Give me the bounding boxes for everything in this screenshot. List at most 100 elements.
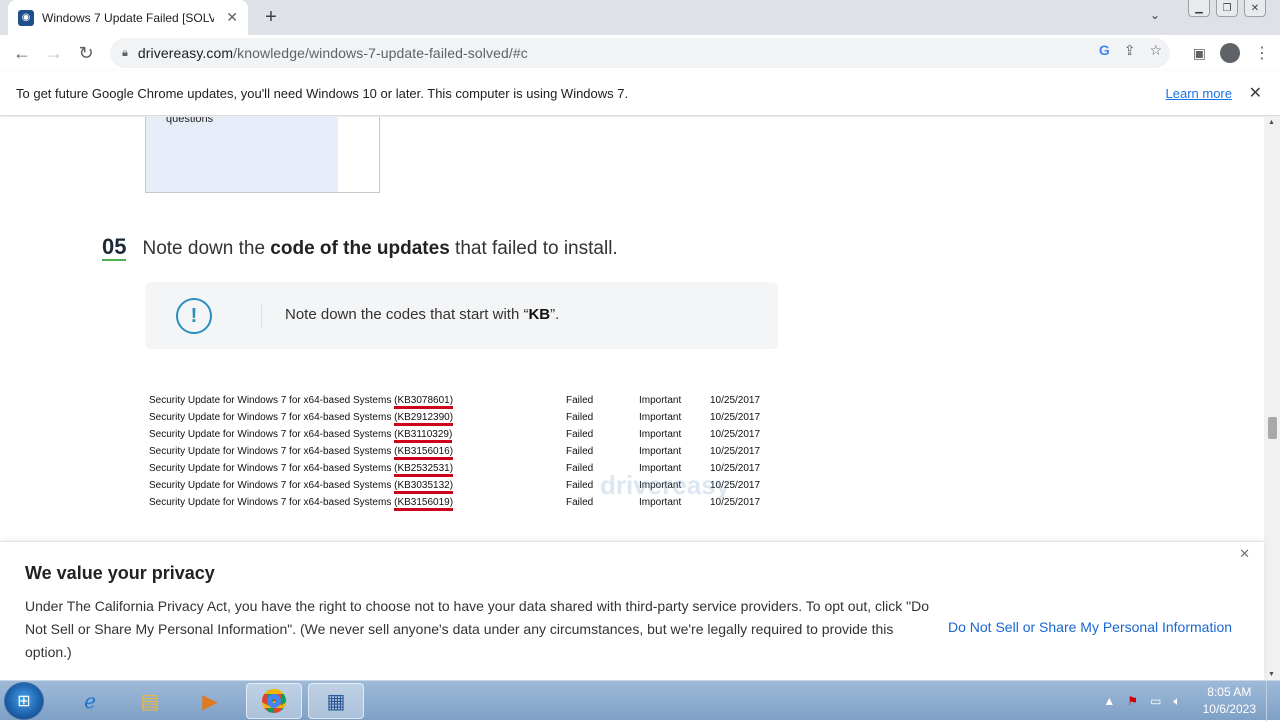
taskbar-clock[interactable]: 8:05 AM 10/6/2023 [1203,684,1256,718]
update-status: Failed [566,497,594,508]
update-date: 10/25/2017 [710,412,761,423]
minimize-button[interactable]: ▁ [1188,0,1210,17]
show-desktop-button[interactable] [1266,681,1280,721]
exclamation-info-icon: ! [176,298,212,334]
update-kb-code: (KB3110329) [394,429,453,443]
page-scrollbar[interactable]: ▲ ▼ [1264,117,1280,680]
site-favicon-icon: ◉ [18,9,34,26]
back-arrow-icon[interactable]: ← [6,37,38,69]
scroll-down-arrow-icon[interactable]: ▼ [1268,671,1275,678]
network-icon[interactable]: ▭ [1150,694,1161,708]
figure-card-image: updates: frequently asked questions [146,117,338,192]
step-text-post: that failed to install. [449,238,618,259]
watermark-logo: drivereasy [600,470,731,500]
update-kb-code: (KB2532531) [394,463,454,477]
update-name: Security Update for Windows 7 for x64-ba… [149,412,454,426]
privacy-banner: We value your privacy Under The Californ… [0,541,1264,680]
chrome-taskbar-icon[interactable] [246,683,302,719]
update-importance: Important [639,395,682,406]
update-status: Failed [566,446,594,457]
privacy-body: Under The California Privacy Act, you ha… [25,598,930,660]
restore-button[interactable]: ❐ [1216,0,1238,17]
start-button[interactable]: ⊞ [4,682,44,720]
update-status: Failed [566,412,594,423]
update-name: Security Update for Windows 7 for x64-ba… [149,463,454,477]
update-importance: Important [639,429,682,440]
update-name: Security Update for Windows 7 for x64-ba… [149,497,454,511]
new-tab-button[interactable]: + [259,5,283,29]
tab-close-icon[interactable]: ✕ [226,9,238,26]
infobar-message: To get future Google Chrome updates, you… [16,85,629,101]
update-status: Failed [566,480,594,491]
update-title: Security Update for Windows 7 for x64-ba… [149,446,395,457]
update-title: Security Update for Windows 7 for x64-ba… [149,480,395,491]
tab-search-chevron-icon[interactable]: ⌄ [1150,8,1160,22]
update-name: Security Update for Windows 7 for x64-ba… [149,480,454,494]
note-text-post: ”. [550,306,560,323]
bookmark-star-icon[interactable]: ☆ [1149,42,1162,59]
file-explorer-icon[interactable]: ▤ [122,683,178,719]
do-not-sell-link[interactable]: Do Not Sell or Share My Personal Informa… [948,619,1232,635]
windows-taskbar: ⊞ ℯ ▤ ▶ ▦ ▲ ⚑ ▭ 🔈︎ 8:05 AM 10/6/2023 [0,680,1280,721]
profile-avatar[interactable] [1220,43,1240,63]
update-name: Security Update for Windows 7 for x64-ba… [149,429,453,443]
address-bar[interactable]: 🔒︎ drivereasy.com/knowledge/windows-7-up… [110,38,1170,68]
update-row: Security Update for Windows 7 for x64-ba… [149,410,779,427]
privacy-close-icon[interactable]: ✕ [1239,546,1250,562]
scrollbar-thumb[interactable] [1268,417,1277,439]
url-path: /knowledge/windows-7-update-failed-solve… [233,45,528,61]
update-status: Failed [566,429,594,440]
show-hidden-icons-icon[interactable]: ▲ [1103,694,1115,708]
update-kb-code: (KB2912390) [394,412,454,426]
tab-strip: ◉ Windows 7 Update Failed [SOLVED] ✕ + ⌄… [0,0,1280,35]
side-panel-icon[interactable]: ▣ [1193,45,1206,62]
learn-more-link[interactable]: Learn more [1166,86,1232,101]
browser-toolbar: ← → ↻ 🔒︎ drivereasy.com/knowledge/window… [0,35,1280,71]
update-kb-code: (KB3035132) [394,480,454,494]
omnibox-icons: G ⇪ ☆ [1099,42,1162,59]
step-heading: 05 Note down the code of the updates tha… [102,235,618,261]
menu-kebab-icon[interactable]: ⋮ [1254,43,1270,63]
update-row: Security Update for Windows 7 for x64-ba… [149,393,779,410]
tab-title: Windows 7 Update Failed [SOLVED] [42,10,214,25]
step-text: Note down the code of the updates that f… [142,238,617,260]
update-status: Failed [566,463,594,474]
update-kb-code: (KB3078601) [394,395,454,409]
clock-date: 10/6/2023 [1202,702,1256,716]
system-tray: ▲ ⚑ ▭ 🔈︎ 8:05 AM 10/6/2023 [1103,681,1256,721]
internet-explorer-icon[interactable]: ℯ [62,683,118,719]
update-kb-code: (KB3156016) [394,446,454,460]
media-player-icon[interactable]: ▶ [182,683,238,719]
note-text-bold: KB [528,306,551,323]
update-importance: Important [639,446,682,457]
update-title: Security Update for Windows 7 for x64-ba… [149,429,395,440]
step-text-pre: Note down the [142,238,271,259]
reload-icon[interactable]: ↻ [70,37,102,69]
infobar-close-icon[interactable]: ✕ [1249,83,1262,103]
window-close-button[interactable]: ✕ [1244,0,1266,17]
update-date: 10/25/2017 [710,446,761,457]
update-row: Security Update for Windows 7 for x64-ba… [149,427,779,444]
forward-arrow-icon[interactable]: → [38,37,70,69]
google-lens-icon[interactable]: G [1099,42,1110,59]
update-title: Security Update for Windows 7 for x64-ba… [149,395,395,406]
volume-icon[interactable]: 🔈︎ [1173,694,1180,709]
url-text: drivereasy.com/knowledge/windows-7-updat… [138,45,528,61]
scroll-up-arrow-icon[interactable]: ▲ [1268,119,1275,126]
note-text-pre: Note down the codes that start with “ [285,306,529,323]
browser-tab[interactable]: ◉ Windows 7 Update Failed [SOLVED] ✕ [8,0,248,35]
url-host: drivereasy.com [137,45,234,61]
share-icon[interactable]: ⇪ [1124,42,1136,59]
update-kb-code: (KB3156019) [394,497,454,511]
step-text-bold: code of the updates [270,238,450,259]
update-date: 10/25/2017 [710,395,761,406]
update-name: Security Update for Windows 7 for x64-ba… [149,395,454,409]
update-title: Security Update for Windows 7 for x64-ba… [149,463,395,474]
update-name: Security Update for Windows 7 for x64-ba… [149,446,454,460]
update-importance: Important [639,412,682,423]
control-panel-icon[interactable]: ▦ [308,683,364,719]
action-center-icon[interactable]: ⚑ [1127,694,1138,708]
window-controls: ▁ ❐ ✕ [1188,0,1266,17]
note-divider [261,304,262,328]
lock-icon[interactable]: 🔒︎ [122,47,128,60]
